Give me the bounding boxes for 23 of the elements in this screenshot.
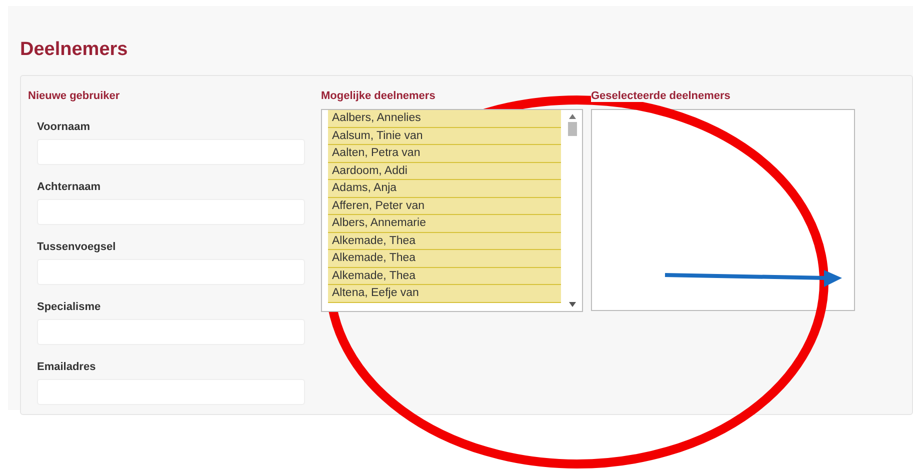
section-heading: Mogelijke deelnemers xyxy=(321,90,436,102)
list-item[interactable]: Alkemade, Thea xyxy=(328,268,561,285)
field-label: Achternaam xyxy=(37,181,102,193)
list-item[interactable]: Adams, Anja xyxy=(328,180,561,198)
scroll-down-icon[interactable] xyxy=(568,302,576,307)
field-label: Emailadres xyxy=(37,361,97,373)
list-item[interactable]: Alkemade, Thea xyxy=(328,250,561,268)
page-title: Deelnemers xyxy=(20,39,129,61)
list-item[interactable]: Aardoom, Addi xyxy=(328,162,561,180)
scroll-up-icon[interactable] xyxy=(568,114,576,119)
section-heading: Nieuwe gebruiker xyxy=(28,90,121,102)
list-item[interactable]: Albers, Annemarie xyxy=(328,215,561,232)
list-item[interactable]: Aalsum, Tinie van xyxy=(328,128,561,145)
list-item[interactable]: Afferen, Peter van xyxy=(328,198,561,215)
field-label: Tussenvoegsel xyxy=(37,241,117,253)
list-item[interactable]: Aalbers, Annelies xyxy=(328,110,561,128)
scroll-thumb[interactable] xyxy=(568,122,576,136)
field-label: Specialisme xyxy=(37,301,102,313)
list-item[interactable]: Alkemade, Thea xyxy=(328,232,561,250)
list-item[interactable]: Aalten, Petra van xyxy=(328,145,561,162)
field-label: Voornaam xyxy=(37,121,91,133)
section-heading: Geselecteerde deelnemers xyxy=(591,90,730,102)
list-item[interactable]: Altena, Eefje van xyxy=(328,285,561,302)
